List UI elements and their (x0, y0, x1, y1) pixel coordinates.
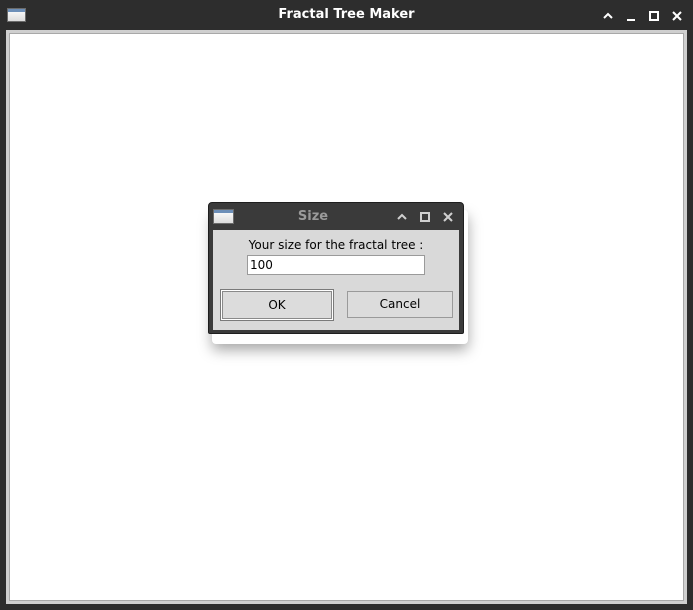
size-prompt-label: Your size for the fractal tree : (248, 238, 424, 252)
ok-button[interactable]: OK (220, 289, 334, 321)
maximize-icon[interactable] (418, 210, 432, 224)
dialog-titlebar[interactable]: Size (209, 203, 463, 230)
window-title: Fractal Tree Maker (278, 7, 415, 22)
chevron-up-icon[interactable] (601, 9, 615, 23)
main-titlebar[interactable]: Fractal Tree Maker (0, 0, 693, 30)
chevron-up-icon[interactable] (395, 210, 409, 224)
maximize-icon[interactable] (647, 9, 661, 23)
cancel-button[interactable]: Cancel (347, 291, 453, 318)
dialog-body: Your size for the fractal tree : OK Canc… (213, 230, 459, 330)
size-dialog: Size Your size for the fractal tree : OK… (208, 202, 464, 334)
close-icon[interactable] (441, 210, 455, 224)
size-input[interactable] (247, 255, 425, 275)
close-icon[interactable] (670, 9, 684, 23)
dialog-title: Size (297, 209, 329, 224)
minimize-icon[interactable] (624, 9, 638, 23)
